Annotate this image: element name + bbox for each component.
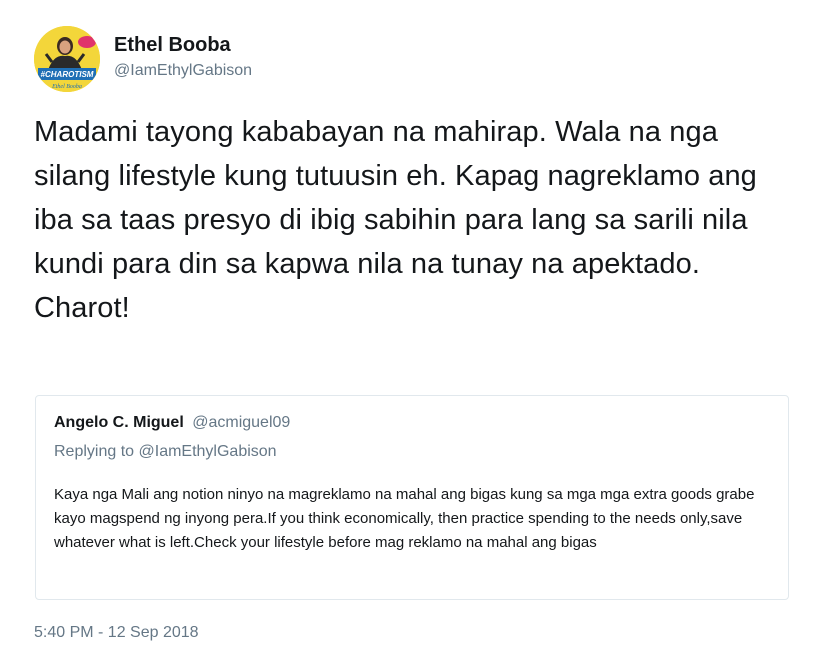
quoted-tweet-text: Kaya nga Mali ang notion ninyo na magrek… (54, 486, 755, 551)
author-handle[interactable]: @IamEthylGabison (114, 60, 252, 82)
avatar[interactable]: #CHAROTISM Ethel Booba (34, 26, 100, 92)
quoted-tweet[interactable]: Angelo C. Miguel @acmiguel09 Replying to… (35, 395, 789, 600)
avatar-image: #CHAROTISM Ethel Booba (34, 26, 100, 92)
quoted-handle: @acmiguel09 (192, 414, 291, 431)
svg-text:#CHAROTISM: #CHAROTISM (41, 70, 94, 79)
author-display-name[interactable]: Ethel Booba (114, 32, 252, 58)
svg-text:Ethel Booba: Ethel Booba (51, 84, 82, 90)
replying-to: Replying to @IamEthylGabison (54, 441, 277, 463)
quoted-tweet-header: Angelo C. Miguel @acmiguel09 (54, 412, 290, 434)
tweet-text: Madami tayong kababayan na mahirap. Wala… (34, 116, 757, 324)
author-names: Ethel Booba @IamEthylGabison (114, 32, 252, 82)
replying-mention-link[interactable]: @IamEthylGabison (139, 443, 277, 460)
tweet-timestamp[interactable]: 5:40 PM - 12 Sep 2018 (34, 622, 199, 644)
quoted-display-name: Angelo C. Miguel (54, 414, 184, 431)
tweet-card: #CHAROTISM Ethel Booba Ethel Booba @IamE… (0, 0, 816, 658)
tweet-header: #CHAROTISM Ethel Booba Ethel Booba @IamE… (34, 26, 252, 92)
replying-prefix: Replying to (54, 443, 135, 460)
